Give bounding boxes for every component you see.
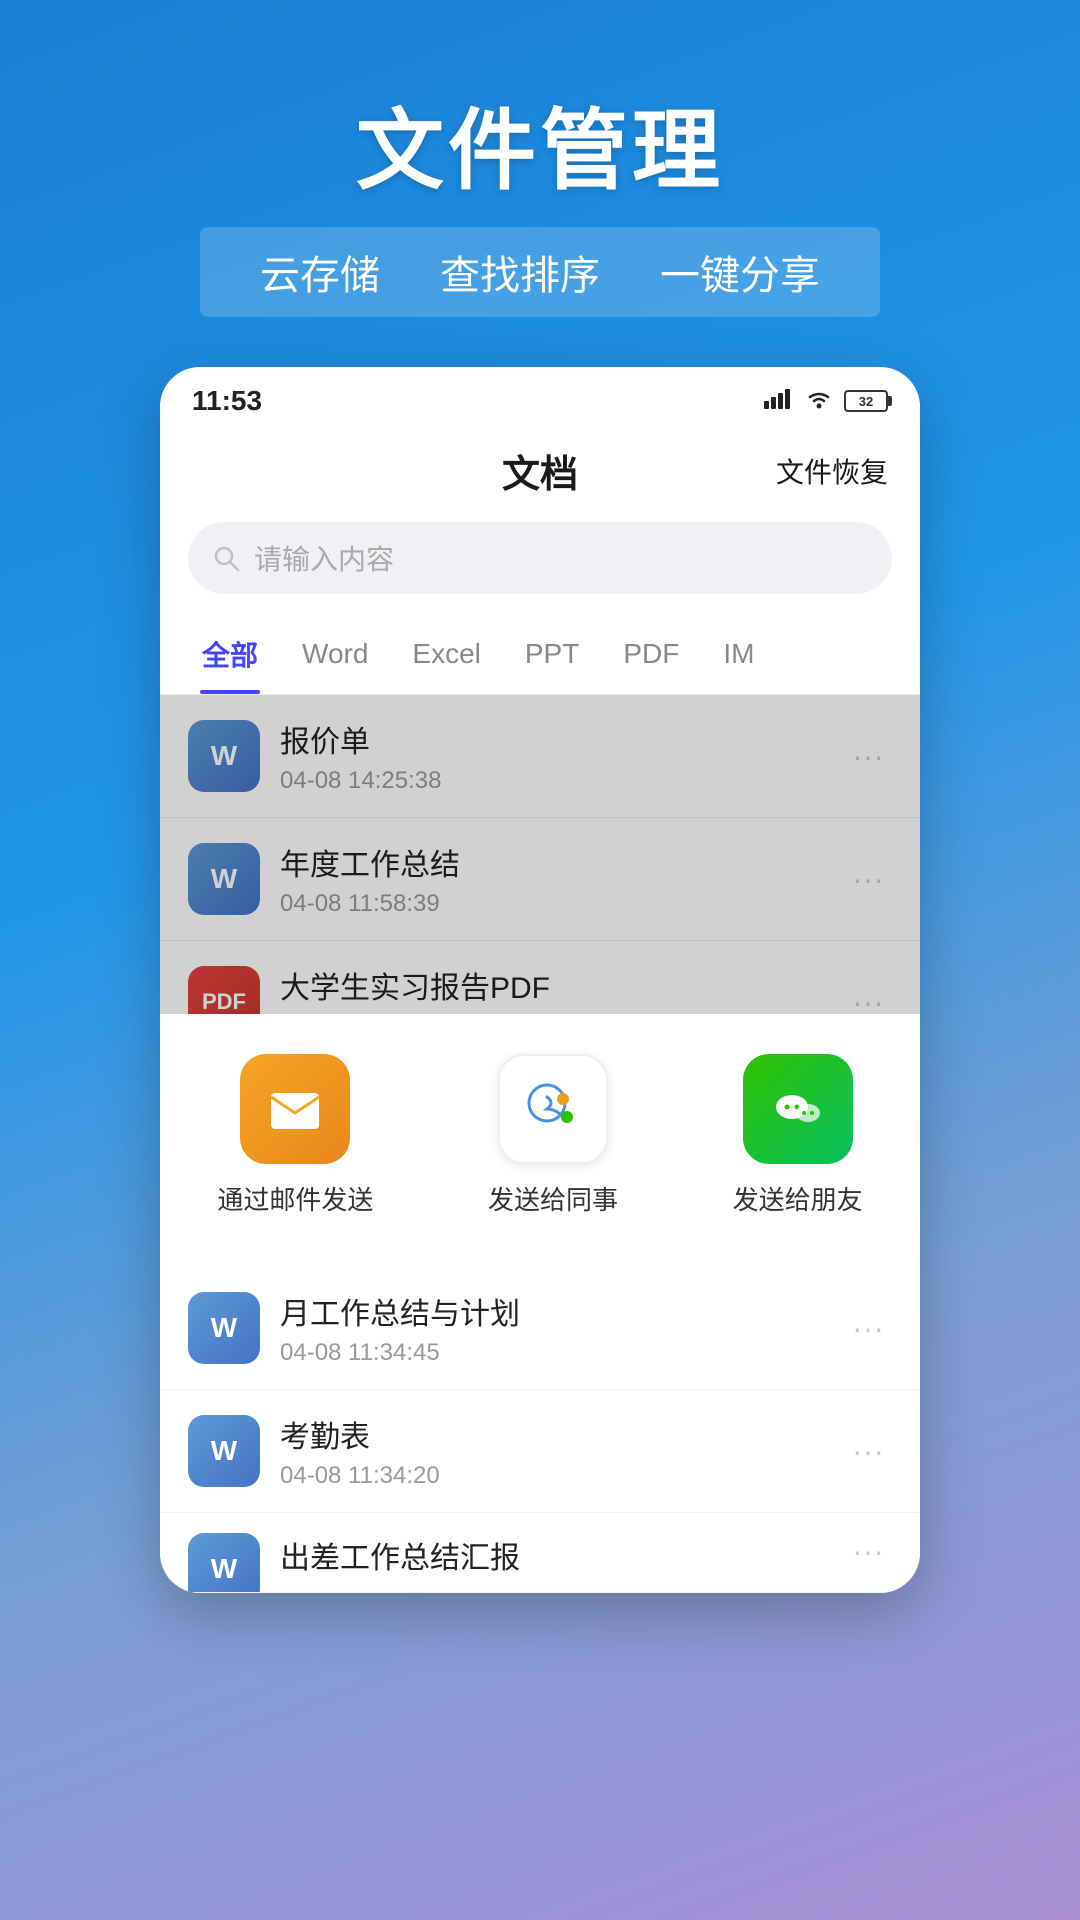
file-more-button[interactable]: ··· bbox=[844, 1310, 892, 1347]
tab-pdf[interactable]: PDF bbox=[601, 618, 701, 690]
list-item[interactable]: W 出差工作总结汇报 ··· bbox=[160, 1513, 920, 1593]
email-share-icon bbox=[240, 1054, 350, 1164]
share-popup: 通过邮件发送 发送给同事 bbox=[160, 1014, 920, 1267]
status-icons: 32 bbox=[764, 387, 888, 415]
app-title: 文档 bbox=[502, 443, 578, 498]
tab-ppt[interactable]: PPT bbox=[503, 618, 601, 690]
file-info: 月工作总结与计划 04-08 11:34:45 bbox=[280, 1289, 844, 1367]
file-icon-word: W bbox=[188, 1533, 260, 1593]
phone-mockup: 11:53 32 文档 文件恢复 请输入内容 全部 Wo bbox=[160, 367, 920, 1593]
filter-tabs: 全部 Word Excel PPT PDF IM bbox=[160, 614, 920, 695]
search-input[interactable]: 请输入内容 bbox=[254, 538, 394, 578]
wechat-share-icon bbox=[743, 1054, 853, 1164]
subtitle-bar: 云存储 查找排序 一键分享 bbox=[200, 227, 880, 317]
search-section: 请输入内容 bbox=[160, 522, 920, 614]
list-item[interactable]: W 考勤表 04-08 11:34:20 ··· bbox=[160, 1390, 920, 1513]
file-recover-button[interactable]: 文件恢复 bbox=[776, 451, 888, 491]
file-icon-word: W bbox=[188, 1292, 260, 1364]
file-list-container: W 报价单 04-08 14:25:38 ··· W 年度工作总结 04-08 … bbox=[160, 695, 920, 1267]
file-date: 04-08 11:34:45 bbox=[280, 1339, 844, 1367]
tab-word[interactable]: Word bbox=[280, 618, 390, 690]
subtitle-sort: 查找排序 bbox=[440, 243, 600, 301]
file-info: 考勤表 04-08 11:34:20 bbox=[280, 1412, 844, 1490]
signal-icon bbox=[764, 387, 794, 415]
share-wechat-option[interactable]: 发送给朋友 bbox=[733, 1054, 863, 1217]
share-email-option[interactable]: 通过邮件发送 bbox=[217, 1054, 373, 1217]
list-item[interactable]: W 月工作总结与计划 04-08 11:34:45 ··· bbox=[160, 1267, 920, 1390]
file-info: 出差工作总结汇报 bbox=[280, 1533, 844, 1583]
status-bar: 11:53 32 bbox=[160, 367, 920, 427]
file-more-button[interactable]: ··· bbox=[844, 1433, 892, 1470]
tab-im[interactable]: IM bbox=[701, 618, 776, 690]
wechat-icon-svg bbox=[766, 1077, 830, 1141]
battery-icon: 32 bbox=[844, 390, 888, 412]
app-header: 文档 文件恢复 bbox=[160, 427, 920, 522]
share-colleague-option[interactable]: 发送给同事 bbox=[488, 1054, 618, 1217]
search-bar[interactable]: 请输入内容 bbox=[188, 522, 892, 594]
file-name: 考勤表 bbox=[280, 1412, 844, 1456]
email-icon-svg bbox=[263, 1077, 327, 1141]
file-name: 出差工作总结汇报 bbox=[280, 1533, 844, 1577]
header-section: 文件管理 云存储 查找排序 一键分享 bbox=[0, 80, 1080, 317]
subtitle-cloud: 云存储 bbox=[260, 243, 380, 301]
main-title: 文件管理 bbox=[0, 80, 1080, 207]
tab-excel[interactable]: Excel bbox=[390, 618, 502, 690]
colleague-share-icon bbox=[498, 1054, 608, 1164]
status-time: 11:53 bbox=[192, 385, 262, 417]
share-wechat-label: 发送给朋友 bbox=[733, 1180, 863, 1217]
file-more-button[interactable]: ··· bbox=[844, 1533, 892, 1570]
share-colleague-label: 发送给同事 bbox=[488, 1180, 618, 1217]
colleague-icon-svg bbox=[521, 1077, 585, 1141]
file-icon-word: W bbox=[188, 1415, 260, 1487]
wifi-icon bbox=[804, 387, 834, 415]
file-name: 月工作总结与计划 bbox=[280, 1289, 844, 1333]
file-list-below: W 月工作总结与计划 04-08 11:34:45 ··· W 考勤表 04-0… bbox=[160, 1267, 920, 1593]
share-email-label: 通过邮件发送 bbox=[217, 1180, 373, 1217]
tab-all[interactable]: 全部 bbox=[180, 614, 280, 694]
file-date: 04-08 11:34:20 bbox=[280, 1462, 844, 1490]
subtitle-share: 一键分享 bbox=[660, 243, 820, 301]
search-icon bbox=[212, 544, 240, 572]
